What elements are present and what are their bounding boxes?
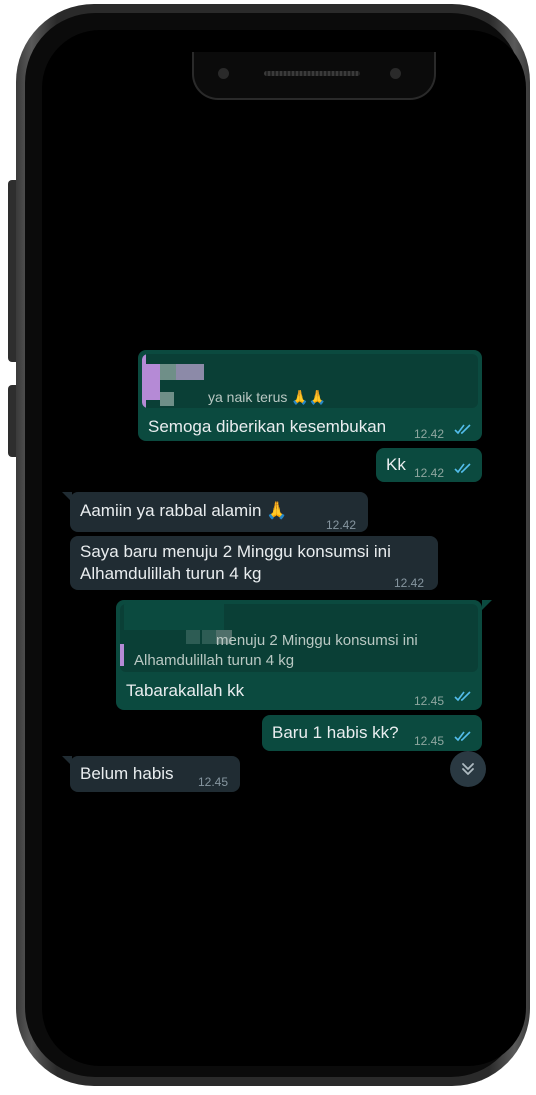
read-ticks-icon: [454, 424, 471, 435]
message-bubble-incoming[interactable]: Saya baru menuju 2 Minggu konsumsi ini A…: [70, 536, 438, 590]
message-bubble-outgoing[interactable]: menuju 2 Minggu konsumsi ini Alhamdulill…: [116, 600, 482, 710]
message-time: 12.42: [394, 576, 425, 590]
device-mockup: ya naik terus 🙏🙏 Semoga diberikan kesemb…: [0, 0, 536, 1095]
quoted-message[interactable]: ya naik terus 🙏🙏: [142, 354, 478, 408]
phone-notch: [192, 52, 436, 100]
message-bubble-incoming[interactable]: Aamiin ya rabbal alamin 🙏 12.42: [70, 492, 368, 532]
redacted-block: [176, 364, 204, 380]
message-time: 12.45: [414, 694, 445, 708]
message-text-line: Alhamdulillah turun 4 kg: [80, 564, 262, 583]
chat-screen[interactable]: ya naik terus 🙏🙏 Semoga diberikan kesemb…: [42, 30, 526, 1066]
redacted-block: [160, 392, 174, 406]
message-text: Kk: [386, 455, 406, 474]
message-time: 12.42: [414, 466, 445, 480]
message-time: 12.45: [198, 775, 229, 789]
message-bubble-incoming[interactable]: Belum habis 12.45: [70, 756, 240, 792]
redacted-block: [146, 364, 160, 400]
redacted-block: [124, 604, 224, 630]
redacted-block: [186, 630, 200, 644]
message-list[interactable]: ya naik terus 🙏🙏 Semoga diberikan kesemb…: [42, 30, 526, 1066]
speaker-grille: [264, 71, 360, 76]
read-ticks-icon: [454, 731, 471, 742]
quote-text-line: Alhamdulillah turun 4 kg: [134, 652, 295, 669]
message-bubble-outgoing[interactable]: ya naik terus 🙏🙏 Semoga diberikan kesemb…: [138, 350, 482, 441]
quote-text-line: menuju 2 Minggu konsumsi ini: [216, 632, 418, 649]
message-text: Semoga diberikan kesembukan: [148, 417, 387, 436]
message-time: 12.45: [414, 734, 445, 748]
quote-text: ya naik terus 🙏🙏: [208, 389, 327, 405]
scroll-to-bottom-button[interactable]: [450, 751, 486, 787]
phone-frame: ya naik terus 🙏🙏 Semoga diberikan kesemb…: [16, 4, 530, 1086]
redacted-block: [160, 364, 176, 380]
message-bubble-outgoing[interactable]: Baru 1 habis kk? 12.45: [262, 715, 482, 751]
double-chevron-down-icon: [462, 763, 474, 775]
quoted-message[interactable]: menuju 2 Minggu konsumsi ini Alhamdulill…: [120, 604, 478, 672]
message-bubble-outgoing[interactable]: Kk 12.42: [376, 448, 482, 482]
message-text: Tabarakallah kk: [126, 681, 245, 700]
message-text: Baru 1 habis kk?: [272, 723, 399, 742]
quote-bar: [120, 644, 124, 666]
read-ticks-icon: [454, 463, 471, 474]
message-time: 12.42: [414, 427, 445, 441]
read-ticks-icon: [454, 691, 471, 702]
message-text: Aamiin ya rabbal alamin 🙏: [80, 501, 288, 520]
camera-icon: [218, 68, 229, 79]
sensor-icon: [390, 68, 401, 79]
bubble-tail: [482, 600, 492, 610]
message-text: Belum habis: [80, 764, 174, 783]
message-text-line: Saya baru menuju 2 Minggu konsumsi ini: [80, 542, 391, 561]
message-time: 12.42: [326, 518, 357, 532]
redacted-block: [202, 630, 216, 644]
